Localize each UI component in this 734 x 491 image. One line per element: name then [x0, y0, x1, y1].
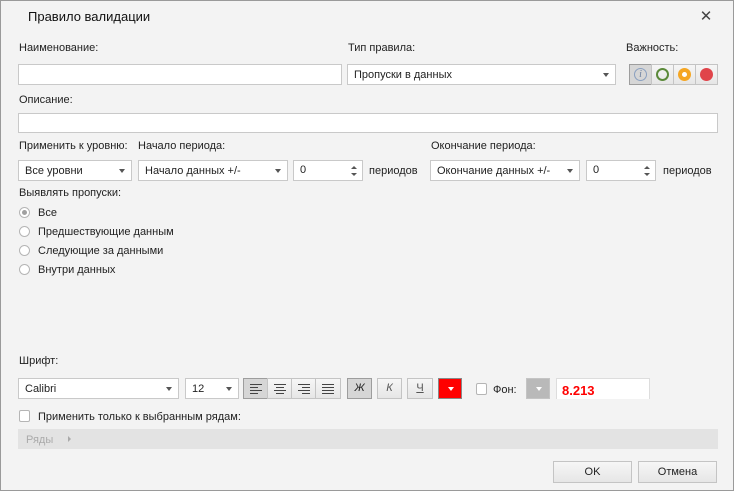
- align-center-button[interactable]: [267, 378, 292, 399]
- period-end-count: 0: [593, 164, 600, 176]
- importance-high-button[interactable]: [695, 64, 718, 85]
- rows-breadcrumb[interactable]: Ряды: [26, 434, 53, 446]
- chevron-down-icon: [166, 387, 172, 391]
- chevron-down-icon: [567, 169, 573, 173]
- arrow-up-icon[interactable]: [644, 166, 650, 169]
- importance-info-button[interactable]: i: [629, 64, 652, 85]
- font-family-value: Calibri: [25, 383, 57, 395]
- period-end-stepper[interactable]: 0: [586, 160, 656, 181]
- validation-rule-dialog: Правило валидации ✕ Наименование: Тип пр…: [0, 0, 734, 491]
- chevron-down-icon: [448, 387, 454, 391]
- rule-type-label: Тип правила:: [348, 42, 416, 54]
- red-circle-icon: [700, 68, 713, 81]
- dialog-title: Правило валидации: [28, 9, 151, 24]
- font-label: Шрифт:: [19, 355, 59, 367]
- period-start-value: Начало данных +/-: [145, 165, 241, 177]
- selected-rows-label: Применить только к выбранным рядам:: [38, 411, 241, 423]
- font-size-select[interactable]: 12: [185, 378, 239, 399]
- description-label: Описание:: [19, 94, 73, 106]
- background-checkbox[interactable]: [476, 383, 487, 395]
- orange-circle-icon: [678, 68, 691, 81]
- rule-type-value: Пропуски в данных: [354, 69, 452, 81]
- period-start-select[interactable]: Начало данных +/-: [138, 160, 288, 181]
- green-circle-icon: [656, 68, 669, 81]
- underline-button[interactable]: Ч: [407, 378, 433, 399]
- name-label: Наименование:: [19, 42, 99, 54]
- description-input[interactable]: [18, 113, 718, 133]
- close-icon[interactable]: ✕: [699, 7, 713, 25]
- chevron-down-icon: [536, 387, 542, 391]
- rows-breadcrumb-bar: Ряды: [18, 429, 718, 449]
- period-end-label: Окончание периода:: [431, 140, 536, 152]
- cancel-button[interactable]: Отмена: [638, 461, 717, 483]
- gaps-option-label: Внутри данных: [38, 264, 116, 276]
- info-icon: i: [634, 68, 647, 81]
- importance-medium-button[interactable]: [673, 64, 696, 85]
- name-input[interactable]: [18, 64, 342, 85]
- font-family-select[interactable]: Calibri: [18, 378, 179, 399]
- period-end-select[interactable]: Окончание данных +/-: [430, 160, 580, 181]
- selected-rows-checkbox[interactable]: [19, 410, 30, 422]
- rule-type-select[interactable]: Пропуски в данных: [347, 64, 616, 85]
- period-start-stepper[interactable]: 0: [293, 160, 363, 181]
- level-select[interactable]: Все уровни: [18, 160, 132, 181]
- font-preview: 8.213: [556, 378, 650, 399]
- bold-button[interactable]: Ж: [347, 378, 372, 399]
- arrow-down-icon[interactable]: [351, 173, 357, 176]
- period-end-value: Окончание данных +/-: [437, 165, 551, 177]
- level-label: Применить к уровню:: [19, 140, 128, 152]
- level-value: Все уровни: [25, 165, 83, 177]
- chevron-down-icon: [119, 169, 125, 173]
- chevron-down-icon: [226, 387, 232, 391]
- background-label: Фон:: [493, 384, 517, 396]
- align-left-button[interactable]: [243, 378, 268, 399]
- italic-button[interactable]: К: [377, 378, 402, 399]
- align-right-button[interactable]: [291, 378, 316, 399]
- background-color-button[interactable]: [526, 378, 550, 399]
- importance-low-button[interactable]: [651, 64, 674, 85]
- gaps-option-label: Предшествующие данным: [38, 226, 174, 238]
- period-end-unit: периодов: [663, 165, 712, 177]
- gaps-radio-inside[interactable]: [19, 264, 30, 275]
- gaps-radio-before[interactable]: [19, 226, 30, 237]
- arrow-up-icon[interactable]: [351, 166, 357, 169]
- gaps-option-label: Следующие за данными: [38, 245, 164, 257]
- font-color-button[interactable]: [438, 378, 462, 399]
- gaps-radio-after[interactable]: [19, 245, 30, 256]
- gaps-option-label: Все: [38, 207, 57, 219]
- font-size-value: 12: [192, 383, 205, 395]
- gaps-label: Выявлять пропуски:: [19, 187, 122, 199]
- period-start-label: Начало периода:: [138, 140, 226, 152]
- importance-label: Важность:: [626, 42, 679, 54]
- align-justify-button[interactable]: [315, 378, 341, 399]
- chevron-down-icon: [603, 73, 609, 77]
- gaps-radio-all[interactable]: [19, 207, 30, 218]
- period-start-count: 0: [300, 164, 307, 176]
- chevron-down-icon: [275, 169, 281, 173]
- arrow-down-icon[interactable]: [644, 173, 650, 176]
- ok-button[interactable]: OK: [553, 461, 632, 483]
- chevron-right-icon: [68, 436, 71, 442]
- period-start-unit: периодов: [369, 165, 418, 177]
